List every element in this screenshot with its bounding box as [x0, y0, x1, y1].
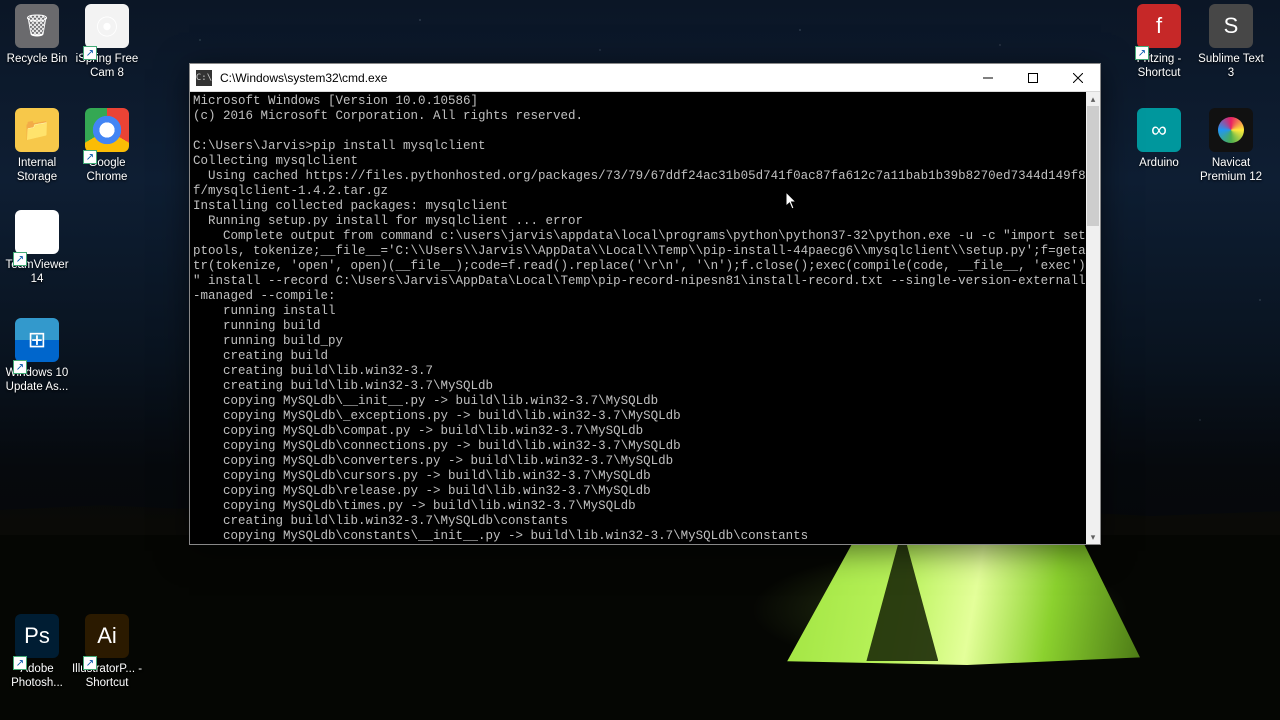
scroll-down-button[interactable]: ▾	[1086, 530, 1100, 544]
shortcut-arrow-icon: ↗	[83, 150, 97, 164]
ispring-free-cam-icon: ⦿	[85, 4, 129, 48]
desktop-icon-label: TeamViewer 14	[0, 258, 74, 286]
terminal-output[interactable]: Microsoft Windows [Version 10.0.10586] (…	[190, 92, 1086, 544]
desktop-icon-illustrator-shortcut[interactable]: Ai IllustratorP... - Shortcut↗	[70, 614, 144, 690]
desktop-icon-label: iSpring Free Cam 8	[70, 52, 144, 80]
cmd-client-area: Microsoft Windows [Version 10.0.10586] (…	[190, 92, 1100, 544]
desktop-icon-recycle-bin[interactable]: 🗑 Recycle Bin	[0, 4, 74, 66]
desktop-icon-sublime-text-3[interactable]: S Sublime Text 3	[1194, 4, 1268, 80]
desktop-icon-label: Sublime Text 3	[1194, 52, 1268, 80]
desktop-icon-label: Google Chrome	[70, 156, 144, 184]
minimize-button[interactable]	[965, 64, 1010, 91]
shortcut-arrow-icon: ↗	[83, 46, 97, 60]
scroll-up-button[interactable]: ▴	[1086, 92, 1100, 106]
navicat-premium-12-icon	[1209, 108, 1253, 152]
desktop-icon-label: IllustratorP... - Shortcut	[70, 662, 144, 690]
illustrator-shortcut-icon: Ai	[85, 614, 129, 658]
desktop-icon-label: Navicat Premium 12	[1194, 156, 1268, 184]
desktop-icon-label: Adobe Photosh...	[0, 662, 74, 690]
teamviewer-14-icon: ⇆	[15, 210, 59, 254]
shortcut-arrow-icon: ↗	[13, 360, 27, 374]
mouse-cursor-icon	[786, 192, 798, 210]
cmd-app-icon: C:\	[196, 70, 212, 86]
cmd-window-title: C:\Windows\system32\cmd.exe	[220, 71, 965, 85]
desktop-icon-fritzing-shortcut[interactable]: f Fritzing - Shortcut↗	[1122, 4, 1196, 80]
scroll-thumb[interactable]	[1087, 106, 1099, 226]
shortcut-arrow-icon: ↗	[1135, 46, 1149, 60]
desktop-icon-adobe-photoshop[interactable]: Ps Adobe Photosh...↗	[0, 614, 74, 690]
desktop-icon-google-chrome[interactable]: Google Chrome↗	[70, 108, 144, 184]
arduino-icon: ∞	[1137, 108, 1181, 152]
windows-10-update-icon: ⊞	[15, 318, 59, 362]
desktop-icon-label: Internal Storage	[0, 156, 74, 184]
desktop-icon-label: Windows 10 Update As...	[0, 366, 74, 394]
sublime-text-3-icon: S	[1209, 4, 1253, 48]
shortcut-arrow-icon: ↗	[13, 252, 27, 266]
cmd-window[interactable]: C:\ C:\Windows\system32\cmd.exe Microsof…	[189, 63, 1101, 545]
vertical-scrollbar[interactable]: ▴ ▾	[1086, 92, 1100, 544]
maximize-button[interactable]	[1010, 64, 1055, 91]
close-button[interactable]	[1055, 64, 1100, 91]
desktop-icon-ispring-free-cam[interactable]: ⦿ iSpring Free Cam 8↗	[70, 4, 144, 80]
desktop-icon-teamviewer-14[interactable]: ⇆ TeamViewer 14↗	[0, 210, 74, 286]
desktop-icon-label: Fritzing - Shortcut	[1122, 52, 1196, 80]
recycle-bin-icon: 🗑	[15, 4, 59, 48]
shortcut-arrow-icon: ↗	[13, 656, 27, 670]
shortcut-arrow-icon: ↗	[83, 656, 97, 670]
fritzing-shortcut-icon: f	[1137, 4, 1181, 48]
desktop-icon-windows-10-update[interactable]: ⊞ Windows 10 Update As...↗	[0, 318, 74, 394]
desktop-icon-label: Recycle Bin	[0, 52, 74, 66]
desktop-icon-arduino[interactable]: ∞ Arduino	[1122, 108, 1196, 170]
desktop-icon-internal-storage[interactable]: 📁 Internal Storage	[0, 108, 74, 184]
internal-storage-icon: 📁	[15, 108, 59, 152]
desktop-icon-navicat-premium-12[interactable]: Navicat Premium 12	[1194, 108, 1268, 184]
cmd-titlebar[interactable]: C:\ C:\Windows\system32\cmd.exe	[190, 64, 1100, 92]
google-chrome-icon	[85, 108, 129, 152]
desktop-icon-label: Arduino	[1122, 156, 1196, 170]
adobe-photoshop-icon: Ps	[15, 614, 59, 658]
